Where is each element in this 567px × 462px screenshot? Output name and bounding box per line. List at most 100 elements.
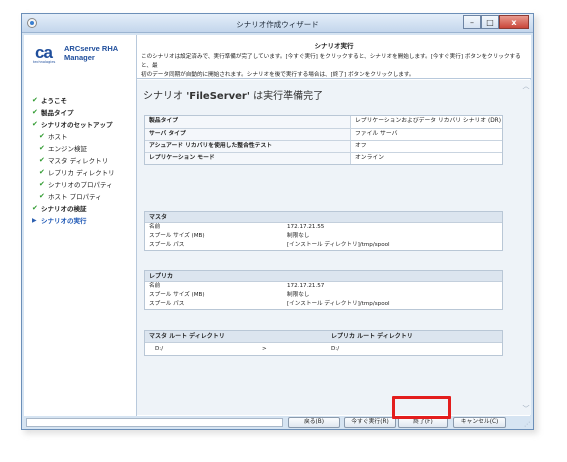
window-controls: – □ x <box>463 15 529 29</box>
info-label: 製品タイプ <box>145 116 351 128</box>
master-value: 172.17.21.55 <box>287 224 325 230</box>
master-key: スプール サイズ (MB) <box>149 233 205 239</box>
check-icon: ✔ <box>32 96 38 104</box>
table-row: D:/ > D:/ <box>145 343 502 355</box>
check-icon: ✔ <box>39 192 45 200</box>
replica-value: 制限なし <box>287 292 310 298</box>
minimize-button[interactable]: – <box>463 15 481 29</box>
step-scenario-setup[interactable]: ✔ シナリオのセットアップ <box>32 119 113 129</box>
window-title: シナリオ作成ウィザード <box>236 20 319 29</box>
status-field <box>26 418 283 427</box>
replica-key: スプール パス <box>149 301 185 307</box>
step-label: ホスト <box>48 133 68 141</box>
step-label: ホスト プロパティ <box>48 193 102 201</box>
info-label: アシュアード リカバリを使用した整合性テスト <box>145 141 351 152</box>
master-table: マスタ 名前 172.17.21.55 スプール サイズ (MB) 制限なし ス… <box>144 211 503 251</box>
table-row: スプール サイズ (MB) 制限なし <box>145 232 502 241</box>
info-label: サーバ タイプ <box>145 129 351 140</box>
direction-arrow: > <box>262 346 267 352</box>
page-description: このシナリオは設定済みで、実行準備が完了しています。[今すぐ実行] をクリックす… <box>141 53 525 80</box>
check-icon: ✔ <box>39 144 45 152</box>
info-value: オフ <box>355 143 367 149</box>
step-welcome[interactable]: ✔ ようこそ <box>32 95 67 105</box>
step-label: シナリオのプロパティ <box>48 181 113 189</box>
replica-value: 172.17.21.57 <box>287 283 325 289</box>
table-row: レプリケーション モード オンライン <box>145 152 502 164</box>
master-heading: マスタ <box>145 212 502 223</box>
step-host-properties[interactable]: ✔ ホスト プロパティ <box>39 191 102 201</box>
step-label: レプリカ ディレクトリ <box>48 169 115 177</box>
master-value: 制限なし <box>287 233 310 239</box>
step-engine-verification[interactable]: ✔ エンジン検証 <box>39 143 87 153</box>
step-scenario-properties[interactable]: ✔ シナリオのプロパティ <box>39 179 113 189</box>
step-label: シナリオの検証 <box>41 205 87 213</box>
wizard-window: シナリオ作成ウィザード – □ x ca technologies ARCser… <box>21 13 534 430</box>
product-name-line2: Manager <box>64 53 95 62</box>
step-label: ようこそ <box>41 97 67 105</box>
logo-subtext: technologies <box>33 60 56 64</box>
table-row: スプール サイズ (MB) 制限なし <box>145 291 502 300</box>
run-now-button[interactable]: 今すぐ実行(R) <box>344 417 396 428</box>
vertical-scrollbar[interactable]: ︿ ﹀ <box>521 80 531 415</box>
arrow-right-icon: ▶ <box>32 216 37 224</box>
replica-root-dir: D:/ <box>331 346 340 352</box>
step-label: 製品タイプ <box>41 109 74 117</box>
back-button[interactable]: 戻る(B) <box>288 417 340 428</box>
info-label: レプリケーション モード <box>145 153 351 164</box>
ready-suffix: は実行準備完了 <box>249 91 324 102</box>
step-scenario-verification[interactable]: ✔ シナリオの検証 <box>32 203 87 213</box>
description-line-2: 初のデータ同期が自動的に開始されます。シナリオを後で実行する場合は、[終了] ボ… <box>141 72 415 78</box>
check-icon: ✔ <box>32 204 38 212</box>
replica-key: 名前 <box>149 283 161 289</box>
chevron-down-icon[interactable]: ﹀ <box>522 405 530 413</box>
wizard-sidebar: ca technologies ARCserve RHA Manager ✔ よう… <box>24 35 136 416</box>
cancel-button[interactable]: キャンセル(C) <box>453 417 506 428</box>
scenario-name: 'FileServer' <box>186 91 250 102</box>
check-icon: ✔ <box>39 156 45 164</box>
step-scenario-run[interactable]: ▶ シナリオの実行 <box>32 215 87 226</box>
title-bar[interactable]: シナリオ作成ウィザード – □ x <box>22 14 533 33</box>
description-line-1: このシナリオは設定済みで、実行準備が完了しています。[今すぐ実行] をクリックす… <box>141 54 521 69</box>
master-root-header: マスタ ルート ディレクトリ <box>149 333 225 340</box>
master-value: [インストール ディレクトリ]/tmp/spool <box>287 242 390 248</box>
step-host[interactable]: ✔ ホスト <box>39 131 68 141</box>
replica-value: [インストール ディレクトリ]/tmp/spool <box>287 301 390 307</box>
check-icon: ✔ <box>39 132 45 140</box>
button-bar: 戻る(B) 今すぐ実行(R) 終了(F) キャンセル(C) ⋰ <box>24 416 531 429</box>
root-directory-table: マスタ ルート ディレクトリ レプリカ ルート ディレクトリ D:/ > D:/ <box>144 330 503 356</box>
check-icon: ✔ <box>32 108 38 116</box>
table-row: 名前 172.17.21.57 <box>145 282 502 291</box>
step-product-type[interactable]: ✔ 製品タイプ <box>32 107 74 117</box>
close-button[interactable]: x <box>499 15 529 29</box>
check-icon: ✔ <box>39 168 45 176</box>
step-master-directory[interactable]: ✔ マスタ ディレクトリ <box>39 155 108 165</box>
main-panel: シナリオ実行 このシナリオは設定済みで、実行準備が完了しています。[今すぐ実行]… <box>136 35 531 416</box>
chevron-up-icon[interactable]: ︿ <box>522 82 530 90</box>
replica-table: レプリカ 名前 172.17.21.57 スプール サイズ (MB) 制限なし … <box>144 270 503 310</box>
replica-root-header: レプリカ ルート ディレクトリ <box>331 333 413 340</box>
resize-grip-icon[interactable]: ⋰ <box>524 421 530 428</box>
master-root-dir: D:/ <box>155 346 164 352</box>
product-name-line1: ARCserve RHA <box>64 44 119 53</box>
step-label: エンジン検証 <box>48 145 87 153</box>
step-label: シナリオの実行 <box>41 217 87 225</box>
check-icon: ✔ <box>32 120 38 128</box>
table-row: サーバ タイプ ファイル サーバ <box>145 128 502 140</box>
replica-key: スプール サイズ (MB) <box>149 292 205 298</box>
check-icon: ✔ <box>39 180 45 188</box>
step-label: シナリオのセットアップ <box>41 121 113 129</box>
summary-content: シナリオ 'FileServer' は実行準備完了 製品タイプ レプリケーション… <box>137 80 531 415</box>
scenario-info-table: 製品タイプ レプリケーションおよびデータ リカバリ シナリオ (DR) サーバ … <box>144 115 503 165</box>
step-replica-directory[interactable]: ✔ レプリカ ディレクトリ <box>39 167 115 177</box>
table-row: 名前 172.17.21.55 <box>145 223 502 232</box>
maximize-button[interactable]: □ <box>481 15 499 29</box>
master-key: 名前 <box>149 224 161 230</box>
page-header: シナリオ実行 このシナリオは設定済みで、実行準備が完了しています。[今すぐ実行]… <box>137 35 531 79</box>
info-value: ファイル サーバ <box>355 131 398 137</box>
finish-button-highlight <box>392 396 451 419</box>
step-label: マスタ ディレクトリ <box>48 157 109 165</box>
product-name: ARCserve RHA Manager <box>64 44 134 62</box>
table-row: 製品タイプ レプリケーションおよびデータ リカバリ シナリオ (DR) <box>145 116 502 128</box>
info-value: レプリケーションおよびデータ リカバリ シナリオ (DR) <box>355 118 501 124</box>
ca-logo: ca technologies <box>33 43 59 64</box>
